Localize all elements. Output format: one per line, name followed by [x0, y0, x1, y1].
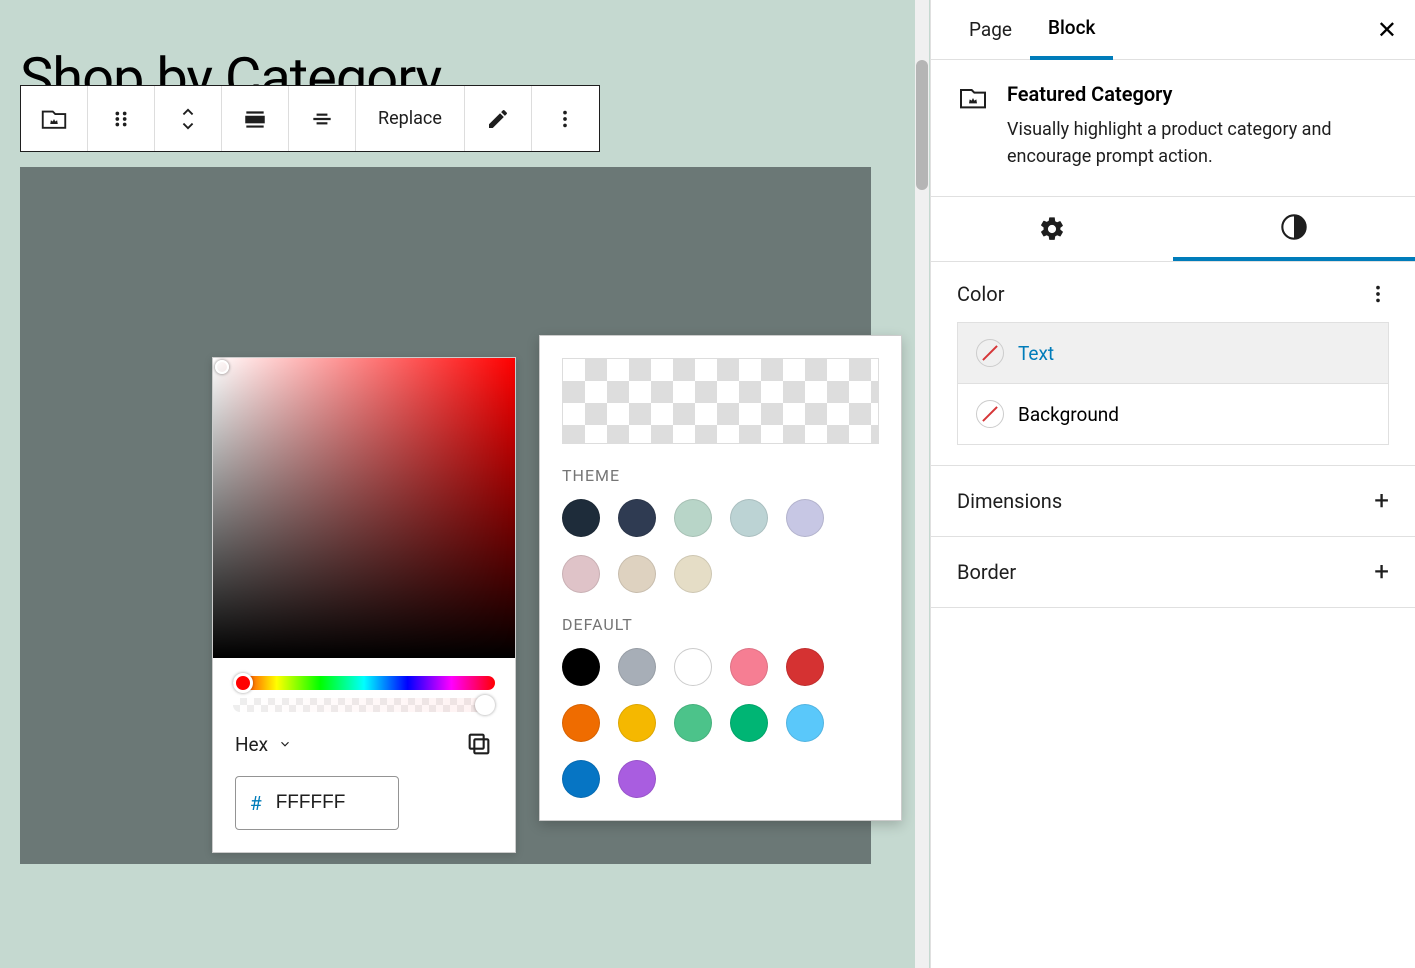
swatch[interactable] [786, 648, 824, 686]
text-color-option[interactable]: Text [958, 323, 1388, 383]
gear-icon [1038, 215, 1066, 243]
scroll-thumb[interactable] [916, 60, 928, 190]
swatch[interactable] [786, 704, 824, 742]
swatch[interactable] [674, 648, 712, 686]
background-color-swatch [976, 400, 1004, 428]
theme-group-label: THEME [562, 466, 879, 485]
tab-page[interactable]: Page [951, 0, 1030, 60]
default-swatches [562, 648, 879, 798]
swatch[interactable] [618, 704, 656, 742]
dimensions-panel-title: Dimensions [957, 489, 1062, 513]
alpha-slider[interactable] [233, 698, 495, 712]
color-format-label: Hex [235, 733, 268, 756]
color-panel-menu-button[interactable] [1367, 283, 1389, 305]
color-preview[interactable] [562, 358, 879, 444]
swatch[interactable] [618, 760, 656, 798]
hex-input-wrapper[interactable]: # [235, 776, 399, 830]
block-header: Featured Category Visually highlight a p… [931, 60, 1415, 196]
swatch[interactable] [618, 555, 656, 593]
saturation-picker[interactable] [213, 358, 515, 658]
theme-swatches [562, 499, 879, 593]
saturation-handle[interactable] [215, 360, 229, 374]
swatch[interactable] [674, 555, 712, 593]
block-type-button[interactable] [21, 86, 88, 151]
styles-tab[interactable] [1173, 197, 1415, 261]
swatch[interactable] [730, 648, 768, 686]
color-panel: Color Text Background [931, 262, 1415, 466]
hue-slider[interactable] [233, 676, 495, 690]
swatch[interactable] [618, 648, 656, 686]
default-group-label: DEFAULT [562, 615, 879, 634]
close-sidebar-button[interactable]: ✕ [1377, 16, 1397, 44]
inspector-tabs [931, 196, 1415, 262]
border-panel-title: Border [957, 560, 1016, 584]
swatch[interactable] [618, 499, 656, 537]
styles-icon [1280, 213, 1308, 241]
hash-prefix: # [250, 792, 262, 815]
more-options-button[interactable] [532, 86, 599, 151]
hex-input[interactable] [276, 792, 366, 814]
swatch[interactable] [730, 499, 768, 537]
copy-color-button[interactable] [465, 730, 493, 758]
color-panel-title: Color [957, 282, 1004, 306]
settings-sidebar: Page Block ✕ Featured Category Visually … [930, 0, 1415, 968]
align-button[interactable] [222, 86, 289, 151]
color-picker-popover: Hex # [212, 357, 516, 853]
block-description: Visually highlight a product category an… [1007, 116, 1389, 170]
replace-button[interactable]: Replace [356, 86, 465, 151]
sidebar-tabs: Page Block ✕ [931, 0, 1415, 60]
swatch[interactable] [562, 704, 600, 742]
text-color-label: Text [1018, 342, 1054, 365]
swatch[interactable] [730, 704, 768, 742]
color-options: Text Background [957, 322, 1389, 445]
swatch[interactable] [562, 648, 600, 686]
swatch[interactable] [674, 704, 712, 742]
drag-handle[interactable] [88, 86, 155, 151]
alpha-handle[interactable] [475, 695, 495, 715]
swatch[interactable] [674, 499, 712, 537]
edit-button[interactable] [465, 86, 532, 151]
background-color-label: Background [1018, 403, 1119, 426]
tab-block[interactable]: Block [1030, 0, 1113, 60]
hue-handle[interactable] [233, 673, 253, 693]
settings-tab[interactable] [931, 197, 1173, 261]
swatch[interactable] [562, 760, 600, 798]
move-up-down-button[interactable] [155, 86, 222, 151]
swatch[interactable] [562, 499, 600, 537]
vertical-align-button[interactable] [289, 86, 356, 151]
swatch[interactable] [562, 555, 600, 593]
add-border-button[interactable]: + [1374, 557, 1389, 587]
block-toolbar: Replace [20, 85, 600, 152]
background-color-option[interactable]: Background [958, 383, 1388, 444]
block-type-icon [957, 82, 989, 114]
block-title: Featured Category [1007, 82, 1389, 106]
color-format-select[interactable]: Hex [235, 733, 292, 756]
swatch[interactable] [786, 499, 824, 537]
editor-canvas[interactable]: Shop by Category Replace Find t [0, 0, 930, 968]
text-color-swatch [976, 339, 1004, 367]
dimensions-panel[interactable]: Dimensions + [931, 466, 1415, 537]
add-dimensions-button[interactable]: + [1374, 486, 1389, 516]
canvas-scrollbar[interactable] [915, 0, 929, 968]
swatch-popover: THEME DEFAULT [539, 335, 902, 821]
border-panel[interactable]: Border + [931, 537, 1415, 608]
